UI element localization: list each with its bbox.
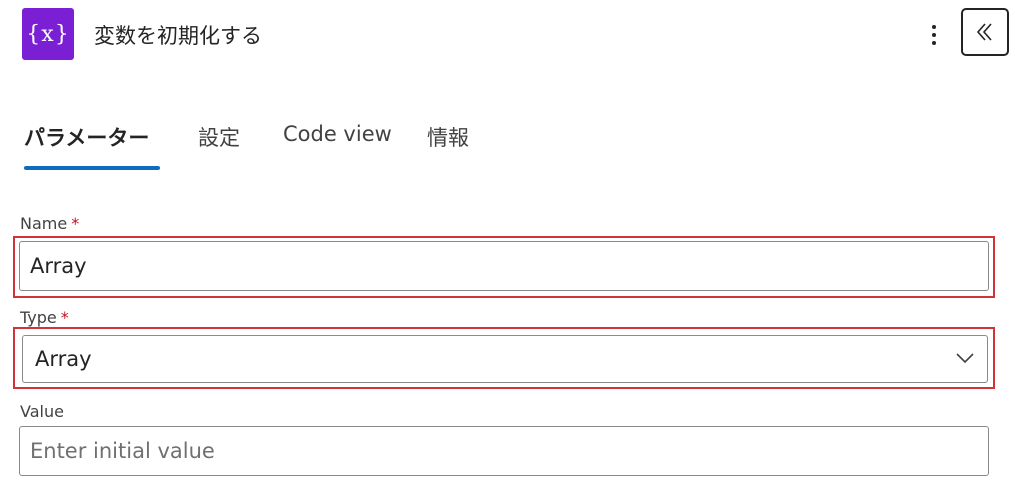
type-label-text: Type: [20, 308, 57, 327]
tab-parameters[interactable]: パラメーター: [24, 122, 149, 152]
active-tab-indicator: [24, 166, 160, 170]
collapse-panel-button[interactable]: [961, 8, 1009, 56]
more-dot: [932, 41, 936, 45]
name-field-label: Name *: [20, 214, 79, 233]
more-options-button[interactable]: [922, 18, 946, 52]
tab-settings[interactable]: 設定: [198, 122, 240, 152]
type-select-value: Array: [35, 347, 92, 371]
required-mark: *: [71, 214, 80, 233]
required-mark: *: [60, 308, 69, 327]
name-field-value: Array: [30, 254, 87, 278]
double-chevron-left-icon: [976, 23, 992, 41]
value-input-placeholder: Enter initial value: [30, 439, 215, 463]
name-label-text: Name: [20, 214, 68, 233]
header: {x} 変数を初期化する: [0, 0, 1015, 70]
type-field-label: Type *: [20, 308, 69, 327]
more-vertical-icon: [932, 25, 936, 29]
tab-info[interactable]: 情報: [427, 122, 469, 152]
action-title[interactable]: 変数を初期化する: [94, 20, 262, 50]
value-input[interactable]: Enter initial value: [19, 426, 989, 476]
chevron-down-icon: [956, 353, 974, 364]
more-dot: [932, 33, 936, 37]
tab-code-view[interactable]: Code view: [283, 122, 392, 146]
value-field-label: Value: [20, 402, 64, 421]
variable-icon: {x}: [22, 8, 74, 60]
variable-icon-label: {x}: [26, 21, 70, 47]
type-select[interactable]: Array: [22, 335, 988, 383]
name-field[interactable]: Array: [19, 241, 989, 291]
